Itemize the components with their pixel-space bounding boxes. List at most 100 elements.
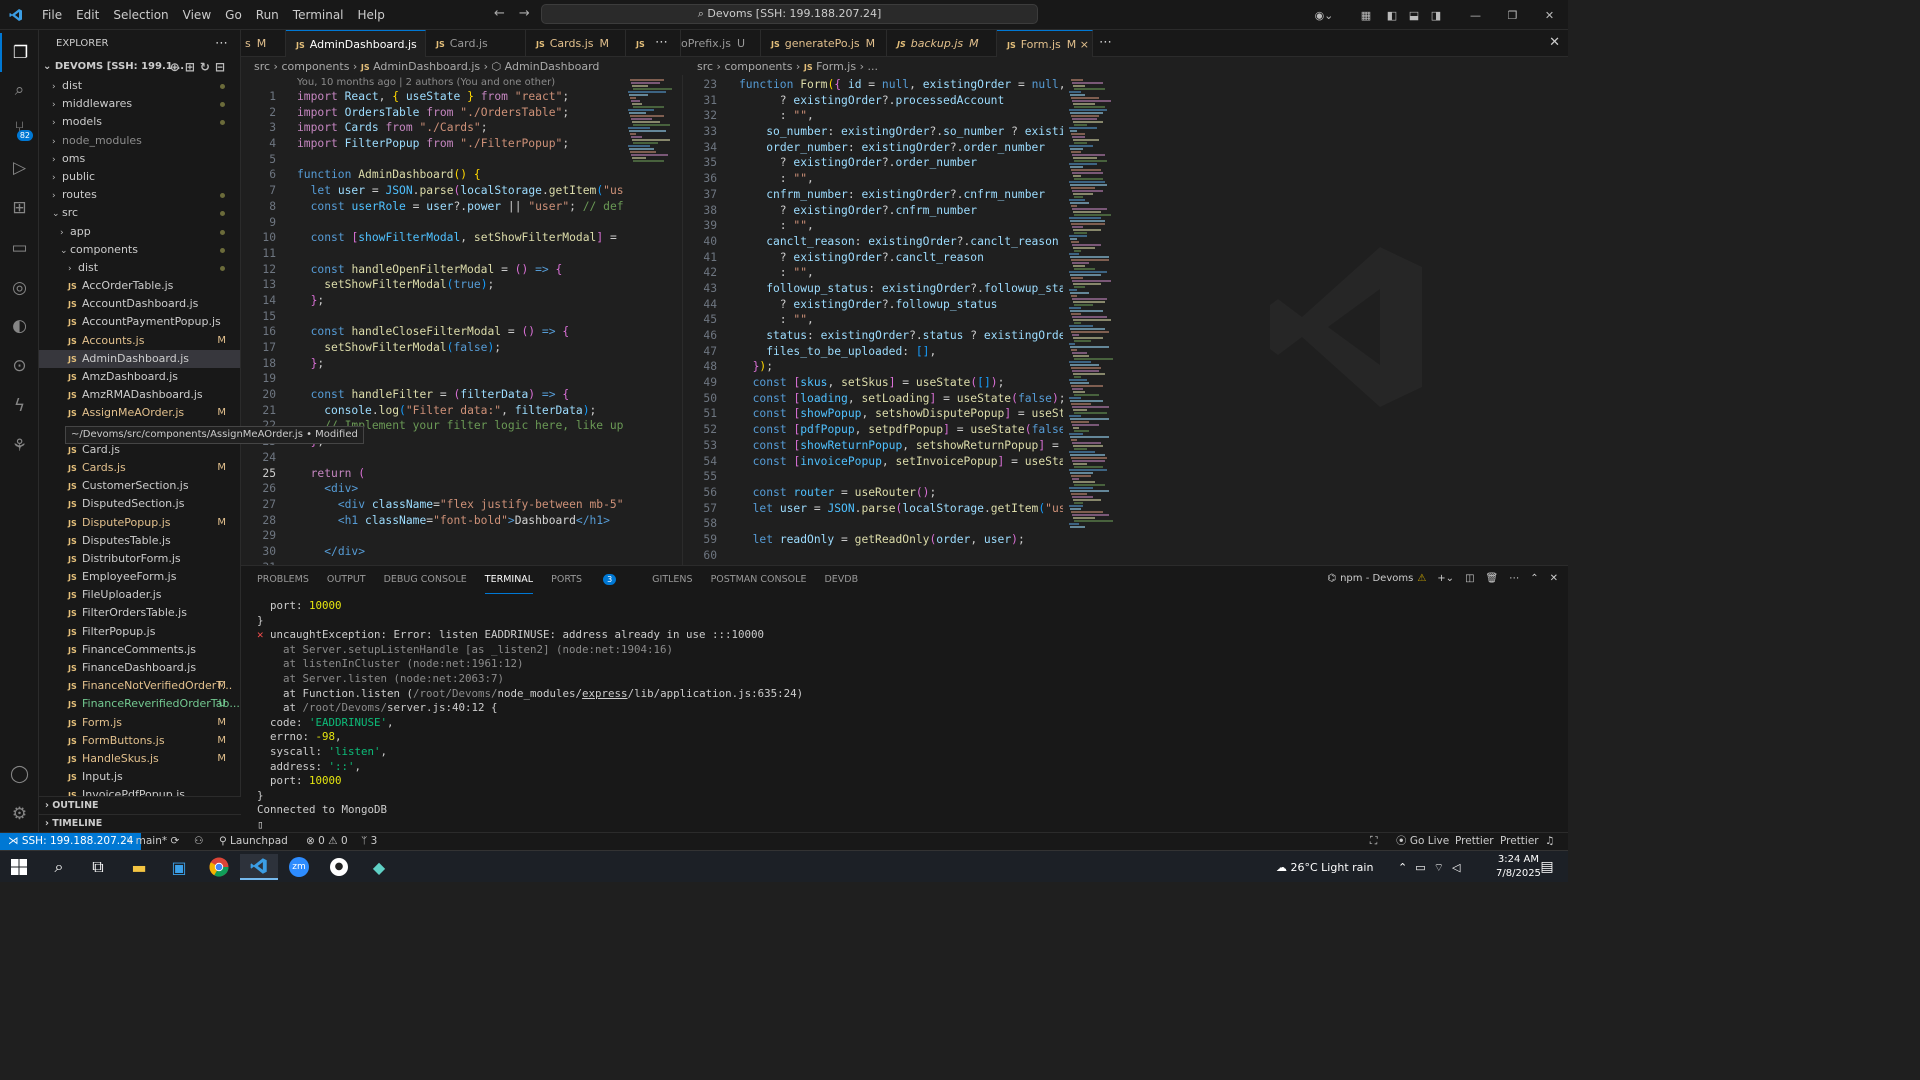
tree-file[interactable]: JS Accounts.js M — [39, 332, 240, 350]
chevron-up-icon[interactable]: ⌃ — [1398, 861, 1415, 874]
outline-section[interactable]: › OUTLINE — [39, 796, 241, 814]
settings-gear-icon[interactable]: ⚙ — [0, 794, 39, 833]
tree-folder[interactable]: ⌄ components — [39, 241, 240, 259]
minimap-left[interactable] — [626, 75, 678, 565]
tree-file[interactable]: JS Input.js — [39, 768, 240, 786]
tree-file[interactable]: JS AccountDashboard.js — [39, 295, 240, 313]
kill-terminal-icon[interactable]: 🗑 — [1486, 573, 1499, 584]
store-icon[interactable]: ▣ — [160, 854, 198, 880]
tree-folder[interactable]: › routes — [39, 186, 240, 204]
tree-file[interactable]: JS FinanceComments.js — [39, 641, 240, 659]
sync-icon[interactable]: ⟳ — [170, 835, 179, 847]
tab-prefix[interactable]: oPrefix.js U — [681, 30, 761, 57]
menu-file[interactable]: File — [35, 8, 69, 22]
tree-file[interactable]: JS Form.js M — [39, 714, 240, 732]
editor-split-divider[interactable] — [682, 75, 683, 565]
breadcrumb-item[interactable]: components — [281, 60, 349, 73]
tree-file[interactable]: JS AssignMeAOrder.js M — [39, 404, 240, 422]
minimap-right[interactable] — [1067, 75, 1125, 565]
toggle-secondary-sidebar-icon[interactable]: ◨ — [1425, 9, 1447, 22]
menu-terminal[interactable]: Terminal — [286, 8, 351, 22]
tree-file[interactable]: JS FileUploader.js — [39, 586, 240, 604]
minimize-icon[interactable]: — — [1457, 9, 1494, 22]
postman-icon[interactable]: ◐ — [0, 306, 39, 345]
customize-layout-icon[interactable]: ▦ — [1355, 9, 1377, 22]
tab-prev[interactable]: sM — [241, 30, 286, 57]
remote-indicator[interactable]: ⋊ SSH: 199.188.207.24 — [0, 833, 142, 850]
breadcrumb-item[interactable]: ... — [868, 60, 879, 73]
app-icon-2[interactable]: ◆ — [360, 854, 398, 880]
task-view-icon[interactable]: ⧉ — [79, 854, 117, 880]
tree-file[interactable]: JS FinanceReverifiedOrderTab... U — [39, 695, 240, 713]
copilot-icon[interactable]: ◉⌄ — [1313, 9, 1335, 22]
tree-folder[interactable]: ⌄ src — [39, 204, 240, 222]
code-editor-right[interactable]: function Form({ id = null, existingOrder… — [739, 77, 1063, 565]
tree-file[interactable]: JS AmzRMADashboard.js — [39, 386, 240, 404]
launchpad-indicator[interactable]: ⚲ Launchpad — [219, 833, 288, 850]
tab-admindashboard[interactable]: JSAdminDashboard.js× — [286, 30, 426, 57]
tabs-more-icon[interactable]: ⋯ — [655, 35, 668, 50]
vscode-taskbar-icon[interactable] — [240, 854, 278, 880]
tree-folder[interactable]: › middlewares — [39, 95, 240, 113]
volume-icon[interactable]: ◁ — [1452, 861, 1468, 874]
tab-postman-console[interactable]: POSTMAN CONSOLE — [711, 566, 807, 594]
back-arrow-icon[interactable]: ← — [494, 6, 505, 21]
breadcrumb-item[interactable]: src — [697, 60, 713, 73]
tree-file[interactable]: JS DisputePopup.js M — [39, 514, 240, 532]
windows-start-icon[interactable] — [0, 854, 38, 880]
tree-file[interactable]: JS FilterOrdersTable.js — [39, 604, 240, 622]
go-live-button[interactable]: ⦿ Go Live — [1396, 833, 1449, 850]
search-view-icon[interactable]: ⌕ — [0, 70, 39, 109]
tab-devdb[interactable]: DEVDB — [824, 566, 858, 594]
tree-file[interactable]: JS DisputedSection.js — [39, 495, 240, 513]
close-panel-icon[interactable]: ✕ — [1550, 573, 1558, 584]
tree-file[interactable]: JS FilterPopup.js — [39, 623, 240, 641]
tree-file[interactable]: JS Cards.js M — [39, 459, 240, 477]
accounts-icon[interactable]: ◯ — [0, 754, 39, 793]
breadcrumb-item[interactable]: AdminDashboard.js — [373, 60, 480, 73]
thunder-client-icon[interactable]: ϟ — [0, 386, 39, 425]
timeline-icon[interactable]: ⊙ — [0, 346, 39, 385]
tab-overflow[interactable]: JS — [626, 30, 681, 57]
tree-file[interactable]: JS DisputesTable.js — [39, 532, 240, 550]
prettier-status[interactable]: Prettier — [1455, 833, 1494, 850]
chrome-icon[interactable] — [200, 854, 238, 880]
code-editor-left[interactable]: import React, { useState } from "react";… — [297, 89, 623, 561]
source-control-icon[interactable]: ⑂ 82 — [0, 108, 39, 147]
breadcrumb-item[interactable]: src — [254, 60, 270, 73]
tab-terminal[interactable]: TERMINAL — [484, 566, 534, 594]
battery-icon[interactable]: ▭ — [1415, 861, 1433, 874]
tree-file[interactable]: JS HandleSkus.js M — [39, 750, 240, 768]
breadcrumb-item[interactable]: Form.js — [816, 60, 856, 73]
tab-ports[interactable]: PORTS 3 — [551, 566, 634, 594]
tree-file[interactable]: JS FinanceNotVerifiedOrderT... M — [39, 677, 240, 695]
file-explorer-icon[interactable]: ▬ — [120, 854, 158, 880]
timeline-section[interactable]: › TIMELINE — [39, 814, 241, 832]
toggle-sidebar-icon[interactable]: ◧ — [1381, 9, 1403, 22]
tree-folder[interactable]: › public — [39, 168, 240, 186]
menu-help[interactable]: Help — [351, 8, 392, 22]
gitlens-icon[interactable]: ◎ — [0, 268, 39, 307]
branch-indicator[interactable]: ⑂ main* ⟳ — [126, 833, 179, 850]
tree-folder[interactable]: › models — [39, 113, 240, 131]
app-icon[interactable]: ● — [320, 854, 358, 880]
tab-backup[interactable]: JS backup.js M — [887, 30, 997, 57]
run-debug-icon[interactable]: ▷ — [0, 148, 39, 187]
menu-view[interactable]: View — [176, 8, 218, 22]
tab-cards[interactable]: JS Cards.js M — [526, 30, 626, 57]
weather-widget[interactable]: ☁ 26°C Light rain — [1276, 859, 1373, 876]
explorer-icon[interactable]: ❐ — [0, 33, 39, 72]
menu-go[interactable]: Go — [218, 8, 249, 22]
zoom-icon[interactable]: zm — [280, 854, 318, 880]
tree-file[interactable]: JS AccOrderTable.js — [39, 277, 240, 295]
tree-file[interactable]: JS AccountPaymentPopup.js — [39, 313, 240, 331]
tree-folder[interactable]: › dist — [39, 77, 240, 95]
breadcrumb-item[interactable]: AdminDashboard — [505, 60, 600, 73]
tab-gitlens[interactable]: GITLENS — [652, 566, 692, 594]
menu-run[interactable]: Run — [249, 8, 286, 22]
python-icon[interactable]: ⚘ — [0, 426, 39, 465]
tree-file[interactable]: JS CustomerSection.js — [39, 477, 240, 495]
new-terminal-icon[interactable]: +⌄ — [1437, 573, 1454, 584]
tree-file[interactable]: JS EmployeeForm.js — [39, 568, 240, 586]
menu-selection[interactable]: Selection — [106, 8, 175, 22]
